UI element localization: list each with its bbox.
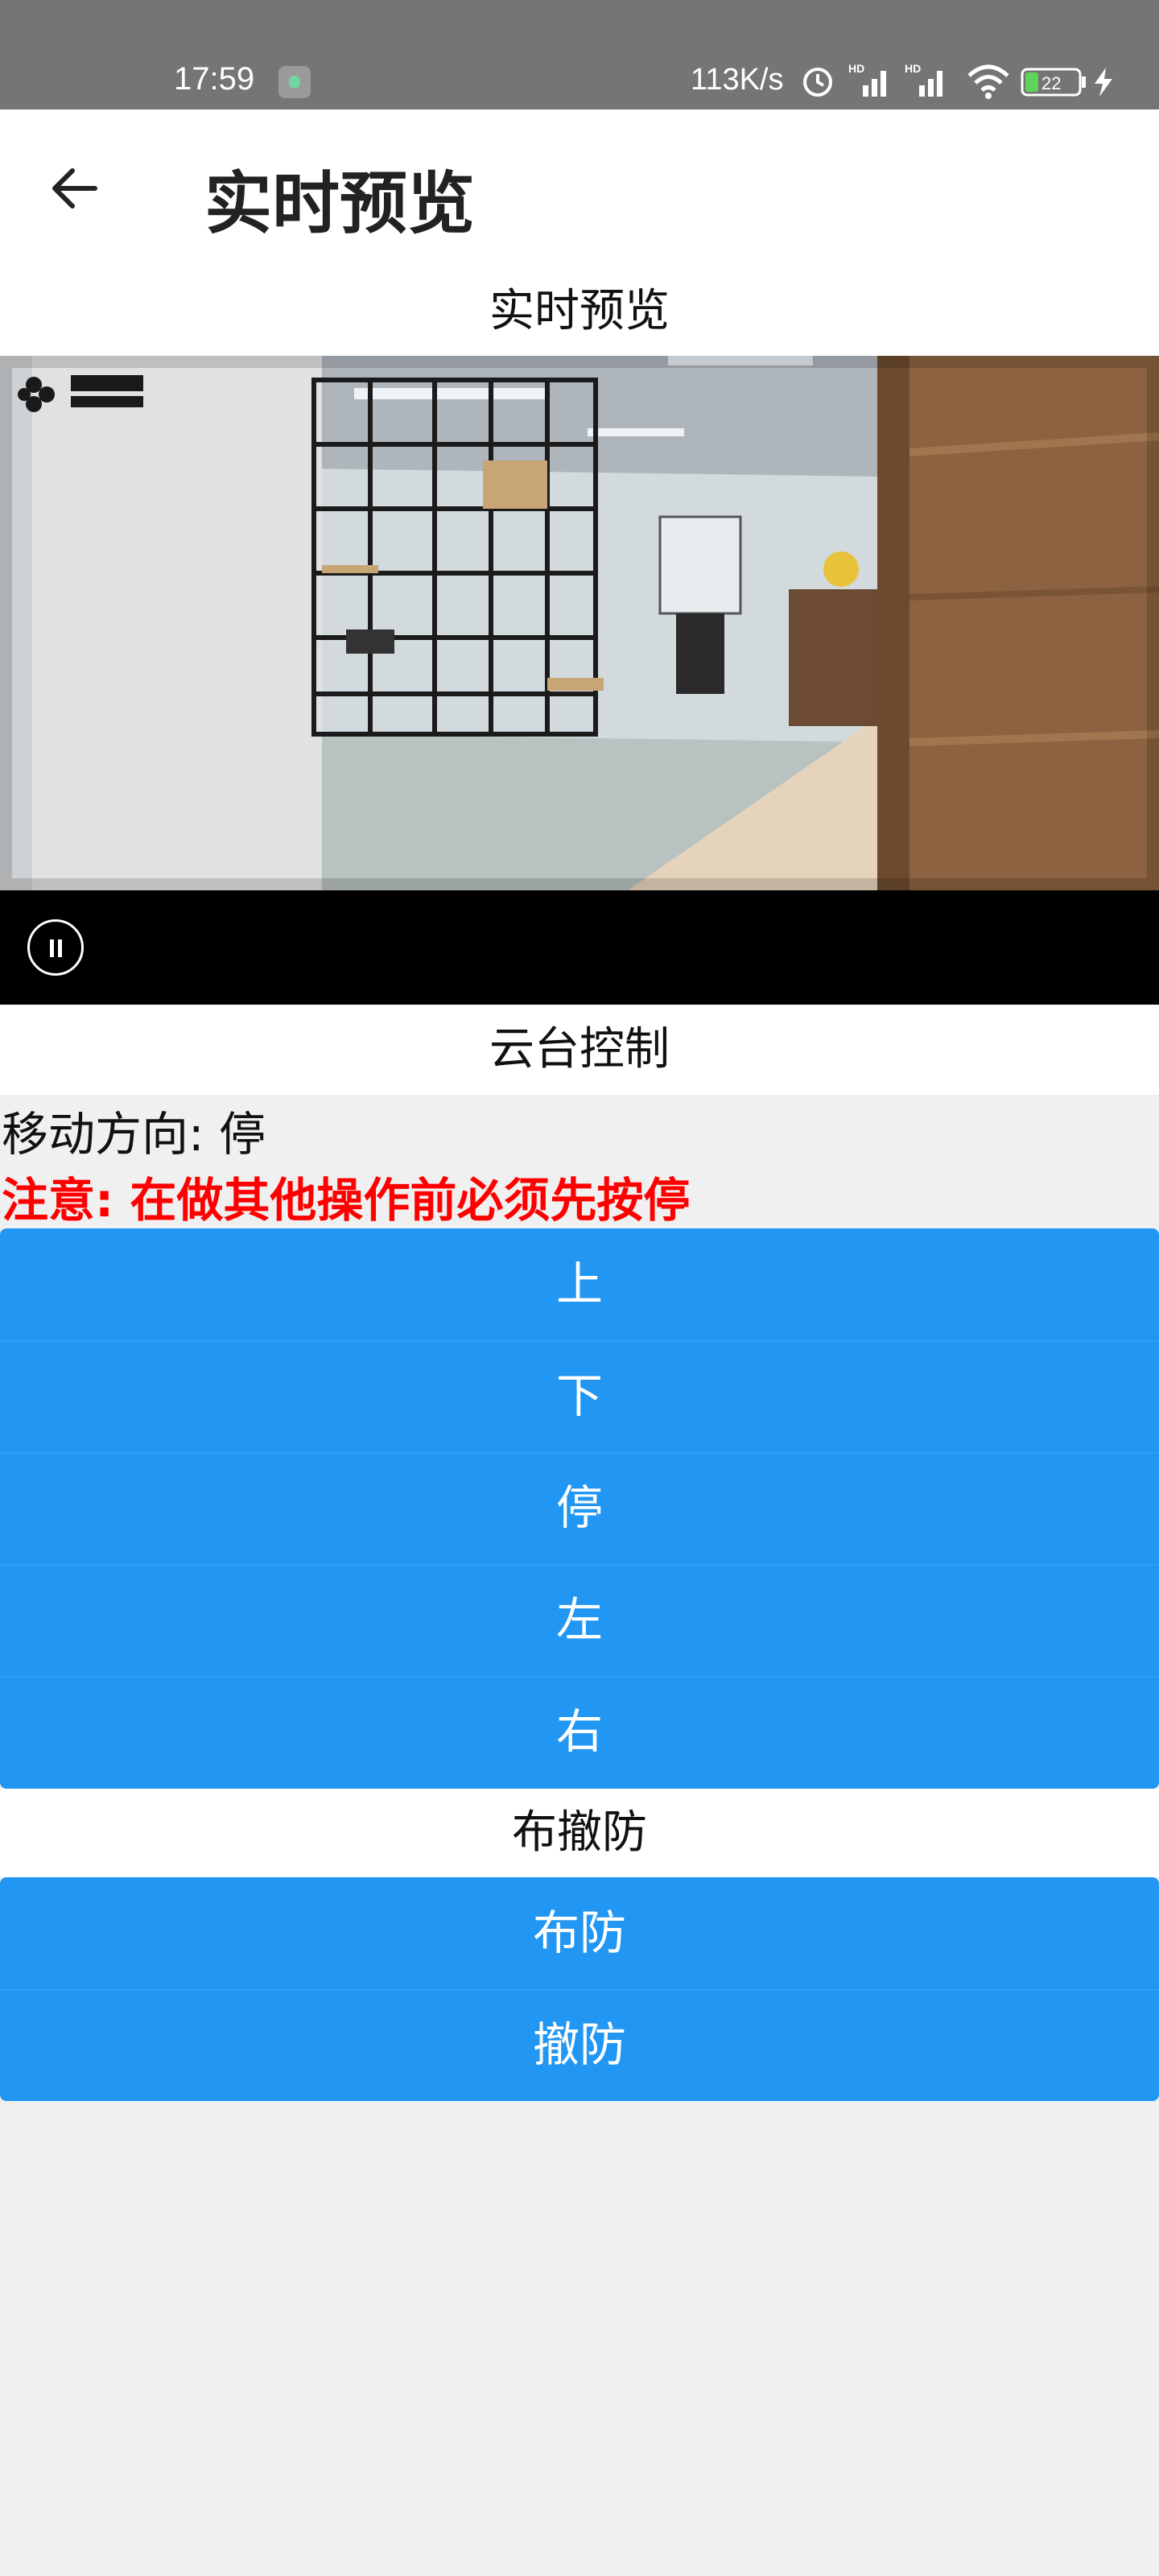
page-title: 实时预览	[204, 164, 476, 243]
ezviz-logo-icon	[18, 375, 143, 412]
arm-header: 布撤防	[0, 1789, 1159, 1877]
ezviz-watermark	[14, 365, 151, 422]
network-speed: 113K/s	[691, 63, 784, 97]
wifi-icon	[967, 64, 1009, 99]
app-bar: 实时预览	[0, 109, 1159, 267]
warning-text: 注意: 在做其他操作前必须先按停	[2, 1173, 691, 1228]
charging-icon	[1095, 68, 1112, 97]
pause-button[interactable]	[27, 919, 84, 976]
move-direction-text: 移动方向: 停	[2, 1107, 266, 1162]
hd-signal-icon: HD	[848, 62, 886, 97]
ptz-button-group: 上 下 停 左 右	[0, 1228, 1159, 1789]
down-button[interactable]: 下	[0, 1340, 1159, 1452]
preview-header: 实时预览	[0, 267, 1159, 356]
hd-signal-icon-2: HD	[905, 62, 942, 97]
ptz-header: 云台控制	[0, 1005, 1159, 1095]
alarm-icon	[803, 68, 832, 97]
left-button[interactable]: 左	[0, 1564, 1159, 1676]
battery-icon: 22	[1021, 68, 1086, 97]
status-time: 17:59	[174, 61, 255, 97]
disarm-button[interactable]: 撤防	[0, 1989, 1159, 2101]
stop-button[interactable]: 停	[0, 1452, 1159, 1564]
video-frame	[0, 356, 1159, 890]
svg-text:HD: HD	[848, 62, 864, 75]
arm-button-group: 布防 撤防	[0, 1877, 1159, 2101]
video-controls	[0, 890, 1159, 1005]
back-arrow-icon[interactable]	[45, 159, 103, 217]
up-button[interactable]: 上	[0, 1228, 1159, 1340]
status-bar: 17:59 113K/s HD HD 22	[0, 0, 1159, 109]
app-notification-icon	[278, 66, 311, 98]
arm-button[interactable]: 布防	[0, 1877, 1159, 1989]
svg-text:HD: HD	[905, 62, 921, 75]
svg-text:22: 22	[1041, 73, 1061, 93]
live-video[interactable]	[0, 356, 1159, 890]
right-button[interactable]: 右	[0, 1676, 1159, 1788]
